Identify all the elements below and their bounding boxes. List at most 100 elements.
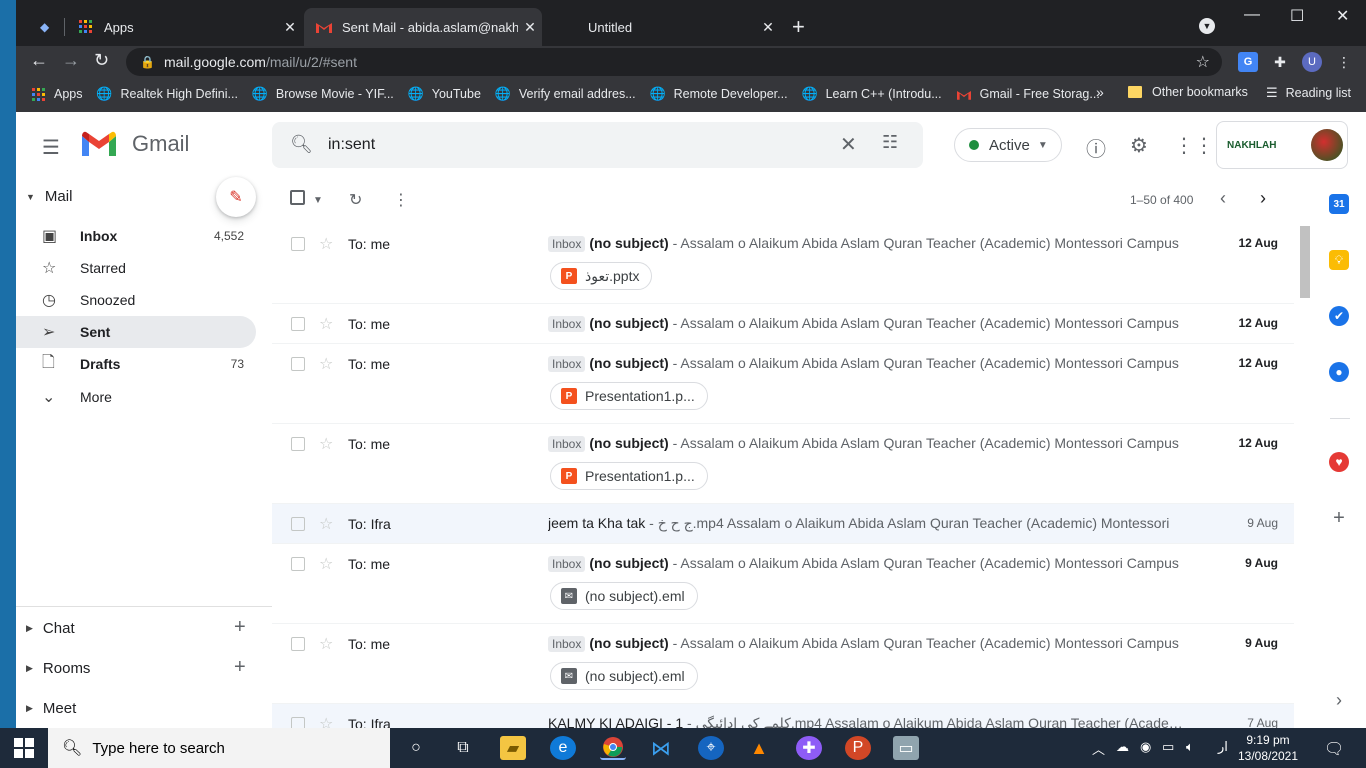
bookmarks-overflow-icon[interactable]: »	[1096, 84, 1104, 100]
keep-icon[interactable]: 💡︎	[1329, 250, 1349, 270]
more-actions-icon[interactable]: ⋮	[393, 190, 409, 210]
close-icon[interactable]: ✕	[518, 19, 542, 36]
volume-icon[interactable]: 🔈︎	[1186, 739, 1194, 755]
star-icon[interactable]: ☆	[319, 714, 333, 728]
other-bookmarks-folder[interactable]: Other bookmarks	[1128, 85, 1248, 99]
bookmark-gmail[interactable]: Gmail - Free Storag...	[956, 86, 1100, 102]
notifications-icon[interactable]: 🗨︎	[1324, 739, 1344, 759]
vlc-icon[interactable]: ▲	[746, 736, 772, 760]
tasks-icon[interactable]: ✔	[1329, 306, 1349, 326]
star-icon[interactable]: ☆	[319, 634, 333, 654]
scrollbar-thumb[interactable]	[1300, 226, 1310, 298]
attachment-chip[interactable]: P Presentation1.p...	[550, 382, 708, 410]
close-icon[interactable]: ✕	[756, 19, 780, 36]
row-checkbox[interactable]	[291, 637, 305, 651]
inbox-label-badge[interactable]: Inbox	[548, 436, 586, 452]
forward-button[interactable]: →	[62, 50, 80, 71]
clear-search-icon[interactable]: ✕	[840, 132, 857, 157]
bookmark-realtek[interactable]: 🌐 Realtek High Defini...	[96, 86, 238, 102]
chrome-taskbar-icon[interactable]	[600, 736, 626, 760]
reload-button[interactable]: ↻	[94, 50, 109, 71]
search-options-icon[interactable]: ☷	[882, 132, 898, 153]
vscode-icon[interactable]: ⋈	[648, 736, 674, 760]
new-room-plus-icon[interactable]: +	[234, 656, 246, 679]
calendar-icon[interactable]: 31	[1329, 194, 1349, 214]
google-translate-extension-icon[interactable]: G	[1238, 52, 1258, 72]
profile-avatar[interactable]: U	[1302, 52, 1322, 72]
onedrive-cloud-icon[interactable]: ☁	[1116, 739, 1129, 755]
show-side-panel-chevron-icon[interactable]: ›	[1329, 690, 1349, 710]
search-input[interactable]	[328, 133, 828, 157]
row-checkbox[interactable]	[291, 437, 305, 451]
bookmark-remote-developer[interactable]: 🌐 Remote Developer...	[650, 86, 788, 102]
windows-start-icon[interactable]	[14, 738, 34, 758]
row-checkbox[interactable]	[291, 357, 305, 371]
close-icon[interactable]: ✕	[278, 19, 302, 36]
inbox-label-badge[interactable]: Inbox	[548, 236, 586, 252]
star-icon[interactable]: ☆	[319, 314, 333, 334]
powerpoint-icon[interactable]: P	[845, 736, 871, 760]
remote-desktop-icon[interactable]: ▭	[893, 736, 919, 760]
attachment-chip[interactable]: ✉ (no subject).eml	[550, 582, 698, 610]
google-apps-icon[interactable]: ⋮⋮	[1174, 133, 1214, 158]
tab-search-icon-button[interactable]: ◆	[28, 8, 49, 46]
email-row[interactable]: ☆ To: Ifra KALMY KI ADAIGI - 1 - کلمے کی…	[272, 704, 1294, 728]
system-clock[interactable]: 9:19 pm 13/08/2021	[1236, 732, 1300, 764]
next-page-icon[interactable]: ›	[1260, 188, 1266, 209]
maps-icon[interactable]: ⌖	[698, 736, 724, 760]
email-row[interactable]: ☆ To: me Inbox (no subject) - Assalam o A…	[272, 344, 1294, 424]
row-checkbox[interactable]	[291, 717, 305, 728]
settings-gear-icon[interactable]: ⚙	[1130, 133, 1148, 158]
file-explorer-icon[interactable]: ▰	[500, 736, 526, 760]
list-scrollbar[interactable]	[1299, 224, 1311, 728]
select-dropdown-icon[interactable]: ▼	[313, 195, 323, 206]
new-tab-button[interactable]: +	[792, 14, 805, 40]
back-button[interactable]: ←	[30, 50, 48, 71]
sidebar-item-snoozed[interactable]: ◷ Snoozed	[16, 284, 256, 316]
row-checkbox[interactable]	[291, 517, 305, 531]
contacts-icon[interactable]: ●	[1329, 362, 1349, 382]
network-icon[interactable]: ◉	[1140, 739, 1151, 755]
star-icon[interactable]: ☆	[319, 514, 333, 534]
inbox-label-badge[interactable]: Inbox	[548, 316, 586, 332]
show-hidden-icons-chevron[interactable]: ︿	[1092, 739, 1105, 758]
select-all-checkbox[interactable]	[290, 190, 305, 210]
taskbar-search-box[interactable]: 🔍︎ Type here to search	[48, 728, 390, 768]
bookmark-star-icon[interactable]: ☆	[1196, 52, 1210, 72]
star-icon[interactable]: ☆	[319, 234, 333, 254]
tab-untitled[interactable]: Untitled ✕	[544, 8, 780, 46]
bookmark-youtube[interactable]: 🌐 YouTube	[408, 86, 481, 102]
email-row[interactable]: ☆ To: me Inbox (no subject) - Assalam o A…	[272, 544, 1294, 624]
chrome-menu-icon[interactable]: ⋮	[1334, 52, 1354, 72]
sidebar-item-starred[interactable]: ☆ Starred	[16, 252, 256, 284]
email-row[interactable]: ☆ To: me Inbox (no subject) - Assalam o A…	[272, 304, 1294, 344]
compose-button[interactable]: ✎	[216, 177, 256, 217]
row-checkbox[interactable]	[291, 317, 305, 331]
attachment-chip[interactable]: P Presentation1.p...	[550, 462, 708, 490]
maximize-button[interactable]: ☐	[1290, 6, 1304, 26]
get-addons-plus-icon[interactable]: +	[1329, 507, 1349, 529]
rooms-section-toggle[interactable]: ▶ Rooms	[26, 660, 90, 677]
search-icon[interactable]: 🔍︎	[290, 134, 313, 155]
omnibox[interactable]: 🔒 mail.google.com/mail/u/2/#sent ☆	[126, 48, 1222, 76]
tab-search-dropdown-icon[interactable]: ▼	[1199, 18, 1215, 34]
input-language-indicator[interactable]: ار	[1218, 739, 1228, 755]
email-row[interactable]: ☆ To: me Inbox (no subject) - Assalam o A…	[272, 424, 1294, 504]
gmail-logo[interactable]: Gmail	[80, 130, 189, 158]
email-row[interactable]: ☆ To: me Inbox (no subject) - Assalam o A…	[272, 624, 1294, 704]
bookmark-apps[interactable]: Apps	[30, 86, 83, 102]
row-checkbox[interactable]	[291, 237, 305, 251]
sidebar-item-more[interactable]: ⌄ More	[16, 381, 256, 413]
window-close-button[interactable]: ✕	[1336, 6, 1349, 26]
new-chat-plus-icon[interactable]: +	[234, 616, 246, 639]
game-app-icon[interactable]: ✚	[796, 736, 822, 760]
attachment-chip[interactable]: ✉ (no subject).eml	[550, 662, 698, 690]
row-checkbox[interactable]	[291, 557, 305, 571]
bookmark-learn-cpp[interactable]: 🌐 Learn C++ (Introdu...	[801, 86, 941, 102]
battery-icon[interactable]: ▭	[1162, 739, 1174, 755]
help-icon[interactable]: ⓘ	[1086, 133, 1106, 162]
refresh-icon[interactable]: ↻	[349, 190, 362, 210]
inbox-label-badge[interactable]: Inbox	[548, 556, 586, 572]
meet-section-toggle[interactable]: ▶ Meet	[26, 700, 76, 717]
sidebar-item-inbox[interactable]: ▣ Inbox 4,552	[16, 220, 256, 252]
